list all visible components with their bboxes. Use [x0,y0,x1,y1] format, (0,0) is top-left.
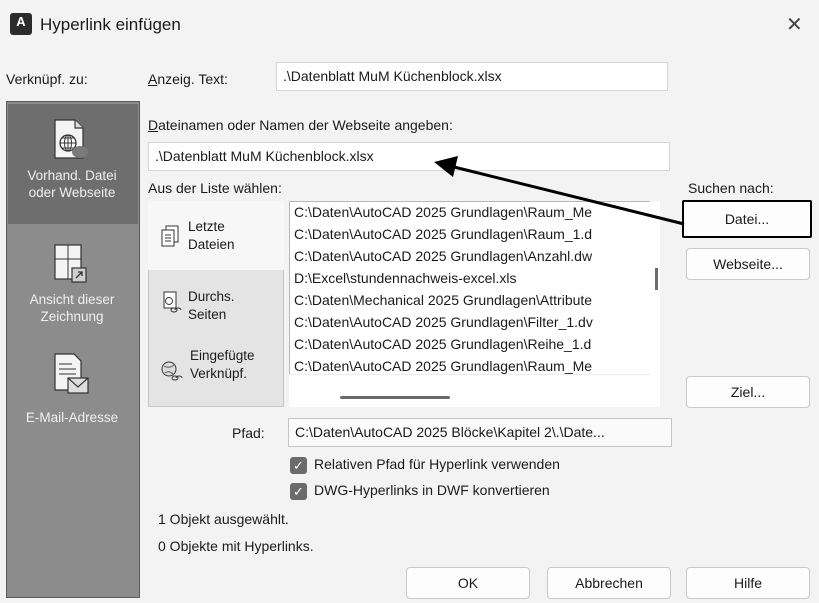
ok-button[interactable]: OK [406,567,530,599]
list-item[interactable]: C:\Daten\Mechanical 2025 Grundlagen\Attr… [294,290,592,310]
relative-path-label: Relativen Pfad für Hyperlink verwenden [314,456,560,472]
list-item[interactable]: C:\Daten\AutoCAD 2025 Grundlagen\Anzahl.… [294,246,592,266]
globe-file-icon [54,119,88,159]
tab-recent-files[interactable]: Letzte Dateien [150,203,282,269]
checkmark-icon[interactable]: ✓ [290,483,307,500]
horizontal-scrollbar[interactable] [289,374,651,407]
vertical-scroll-thumb[interactable] [655,268,658,290]
checkmark-icon[interactable]: ✓ [290,457,307,474]
target-button[interactable]: Ziel... [686,376,810,408]
cancel-button[interactable]: Abbrechen [547,567,671,599]
nav-item-existing-file[interactable]: Vorhand. Datei oder Webseite [0,104,140,224]
display-text-label: Anzeig. Text: [148,71,228,87]
nav-item-label: Ansicht dieser [29,292,115,307]
tab-label: Verknüpf. [190,366,248,381]
tab-label: Eingefügte [190,348,255,363]
tab-browsed-pages[interactable]: Durchs. Seiten [150,271,282,337]
callout-arrow [434,156,685,226]
browsed-pages-icon [163,291,182,313]
email-icon [54,353,89,394]
path-label: Pfad: [232,425,265,441]
drawing-view-icon [54,244,87,283]
dwg-convert-option[interactable]: ✓ DWG-Hyperlinks in DWF konvertieren [288,481,668,503]
status-with-links: 0 Objekte mit Hyperlinks. [158,538,314,554]
tab-label: Letzte [188,219,225,234]
nav-item-label: Vorhand. Datei [27,168,117,183]
recent-files-icon [161,225,179,247]
display-text-input[interactable]: .\Datenblatt MuM Küchenblock.xlsx [276,62,668,91]
hyperlink-dialog: A Hyperlink einfügen ✕ Verknüpf. zu: Vor… [0,0,819,603]
browse-label: Suchen nach: [688,180,774,196]
horizontal-scroll-thumb[interactable] [340,396,450,399]
vertical-scrollbar[interactable] [650,201,660,407]
display-text-label-rest: nzeig. Text: [157,71,228,87]
browse-file-label: Datei... [724,211,770,227]
list-item[interactable]: D:\Excel\stundennachweis-excel.xls [294,268,517,288]
tab-inserted-links[interactable]: Eingefügte Verknüpf. [150,339,282,405]
target-label: Ziel... [730,384,766,400]
list-section-label: Aus der Liste wählen: [148,180,282,196]
title-bar: A Hyperlink einfügen ✕ [0,0,819,56]
tab-label: Seiten [188,307,227,322]
filename-label-rest: ateinamen oder Namen der Webseite angebe… [158,117,453,133]
help-label: Hilfe [733,575,762,591]
status-selected: 1 Objekt ausgewählt. [158,511,289,527]
nav-item-email[interactable]: E-Mail-Adresse [0,340,140,440]
nav-item-label: oder Webseite [28,185,116,200]
list-item[interactable]: C:\Daten\AutoCAD 2025 Grundlagen\Raum_Me [294,356,592,376]
browse-file-button[interactable]: Datei... [682,200,812,238]
close-icon[interactable]: ✕ [786,12,803,37]
window-title: Hyperlink einfügen [40,15,181,34]
tab-label: Dateien [188,237,235,252]
browse-web-button[interactable]: Webseite... [686,248,810,280]
filename-label: Dateinamen oder Namen der Webseite angeb… [148,117,453,133]
ok-label: OK [457,575,479,591]
autocad-app-icon: A [10,13,32,35]
inserted-links-icon [161,361,183,381]
path-field: C:\Daten\AutoCAD 2025 Blöcke\Kapitel 2\.… [288,418,672,447]
browse-web-label: Webseite... [713,256,783,272]
relative-path-option[interactable]: ✓ Relativen Pfad für Hyperlink verwenden [288,455,668,477]
cancel-label: Abbrechen [575,575,643,591]
nav-item-label: Zeichnung [40,309,104,324]
list-item[interactable]: C:\Daten\AutoCAD 2025 Grundlagen\Filter_… [294,312,593,332]
nav-item-drawing-view[interactable]: Ansicht dieser Zeichnung [0,228,140,338]
nav-item-label: E-Mail-Adresse [25,410,119,425]
tab-label: Durchs. [188,289,235,304]
list-item[interactable]: C:\Daten\AutoCAD 2025 Grundlagen\Reihe_1… [294,334,591,354]
link-to-label: Verknüpf. zu: [6,71,88,87]
help-button[interactable]: Hilfe [686,567,810,599]
dwg-convert-label: DWG-Hyperlinks in DWF konvertieren [314,482,550,498]
